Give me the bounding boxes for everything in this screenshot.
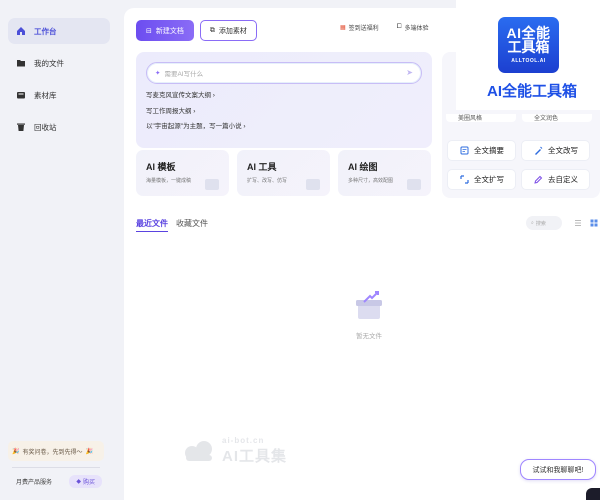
edit-icon [534, 175, 543, 184]
home-icon [16, 26, 26, 36]
chat-label: 试试和我聊聊吧! [532, 466, 584, 474]
ai-write-placeholder: 需要AI写什么 [164, 71, 204, 78]
sidebar-item-workbench[interactable]: 工作台 [8, 18, 110, 44]
logo-line3: ALLTOOL.AI [511, 57, 546, 64]
grid-view-icon[interactable] [590, 219, 598, 227]
tool-label: 全文扩写 [474, 175, 504, 184]
sidebar: 工作台 我的文件 素材库 回收站 [0, 0, 118, 500]
sidebar-item-library[interactable]: 素材库 [8, 82, 110, 108]
folder-icon [16, 58, 26, 68]
file-search-input[interactable]: ⌕ 搜索 [526, 216, 562, 230]
empty-text: 暂无文件 [356, 333, 382, 340]
sidebar-item-trash[interactable]: 回收站 [8, 114, 110, 140]
expand-icon [460, 175, 469, 184]
add-material-label: 添加素材 [218, 27, 247, 35]
tab-recent-files[interactable]: 最近文件 [136, 218, 168, 232]
document-icon: ⊟ [146, 27, 152, 35]
custom-tool-button[interactable]: 去自定义 [522, 170, 589, 189]
party-icon: 🎉 [85, 448, 93, 455]
brand-overlay: AI全能 工具箱 ALLTOOL.AI AI全能工具箱 [456, 0, 600, 110]
top-links: ▦ 签到送福利 ⧠ 多端体验 [340, 23, 429, 32]
tool-label: 去自定义 [548, 175, 578, 184]
brand-logo: AI全能 工具箱 ALLTOOL.AI [498, 17, 559, 73]
ai-write-card: ✦ 需要AI写什么 ➤ 写麦克风宣传文案大纲 › 写工作周报大纲 › 以"宇宙起… [136, 52, 432, 148]
calendar-icon: ▦ [340, 25, 346, 31]
summary-tool-button[interactable]: 全文摘要 [448, 141, 515, 160]
sidebar-item-label: 回收站 [34, 122, 57, 132]
sidebar-item-my-files[interactable]: 我的文件 [8, 50, 110, 76]
checkin-label: 签到送福利 [348, 26, 379, 32]
card-title: AI 工具 [247, 162, 277, 172]
buy-label: 购买 [82, 480, 95, 486]
ai-template-card[interactable]: AI 模板 海量模板，一键成稿 [136, 150, 229, 196]
suggestion-item[interactable]: 写工作周报大纲 › [146, 108, 422, 116]
tool-partial-left[interactable]: 美圈风格 [446, 114, 516, 122]
card-title: AI 模板 [146, 162, 176, 172]
tab-favorite-files[interactable]: 收藏文件 [176, 218, 208, 232]
tool-label: 全文改写 [548, 146, 578, 155]
buy-button[interactable]: ◆ 购买 [69, 475, 102, 488]
summary-icon [460, 146, 469, 155]
watermark-logo-icon [185, 441, 212, 461]
watermark: ai-bot.cn AI工具集 [182, 436, 287, 466]
ai-drawing-card[interactable]: AI 绘图 多种尺寸，高效配图 [338, 150, 431, 196]
list-view-icon[interactable] [574, 219, 582, 227]
sidebar-item-label: 工作台 [34, 26, 57, 36]
search-icon: ⌕ [531, 220, 534, 226]
sidebar-item-label: 我的文件 [34, 58, 64, 68]
devices-icon: ⧠ [396, 24, 402, 30]
chat-bubble[interactable]: 试试和我聊聊吧! [520, 459, 596, 480]
template-icon [205, 179, 219, 190]
file-tabs: 最近文件 收藏文件 [136, 218, 208, 232]
plan-label: 月费产品服务 [16, 480, 53, 486]
tool-label: 全文摘要 [474, 146, 504, 155]
drawing-icon [407, 179, 421, 190]
party-icon: 🎉 [12, 448, 20, 455]
sparkle-icon: ✦ [155, 70, 161, 77]
expand-tool-button[interactable]: 全文扩写 [448, 170, 515, 189]
suggestion-item[interactable]: 写麦克风宣传文案大纲 › [146, 92, 422, 100]
multi-device-label: 多端体验 [404, 26, 429, 32]
logo-line1: AI全能 [506, 25, 551, 42]
checkin-link[interactable]: ▦ 签到送福利 [340, 23, 379, 32]
sidebar-item-label: 素材库 [34, 90, 57, 100]
image-add-icon: ⧉ [209, 26, 215, 34]
assistant-avatar[interactable] [586, 488, 600, 500]
diamond-icon: ◆ [76, 479, 81, 485]
new-document-label: 新建文档 [155, 27, 184, 35]
tools-icon [306, 179, 320, 190]
tool-partial-right[interactable]: 全文润色 [522, 114, 592, 122]
suggestion-item[interactable]: 以"宇宙起源"为主题，写一篇小说 › [146, 123, 422, 131]
send-icon[interactable]: ➤ [406, 68, 413, 77]
promo-banner[interactable]: 🎉 有奖问卷，先到先得～ 🎉 [8, 441, 104, 461]
plan-row: 月费产品服务 ◆ 购买 [16, 475, 102, 488]
rewrite-icon [534, 146, 543, 155]
card-title: AI 绘图 [348, 162, 378, 172]
trash-icon [16, 122, 26, 132]
brand-caption: AI全能工具箱 [487, 83, 578, 100]
empty-state: 暂无文件 [334, 290, 404, 340]
new-document-button[interactable]: ⊟ 新建文档 [136, 20, 194, 41]
add-material-button[interactable]: ⧉ 添加素材 [199, 20, 257, 41]
library-icon [16, 90, 26, 100]
multi-device-link[interactable]: ⧠ 多端体验 [397, 23, 429, 32]
ai-tools-card[interactable]: AI 工具 扩写、改写、仿写 [237, 150, 330, 196]
watermark-name: AI工具集 [222, 448, 288, 465]
empty-box-icon [356, 291, 382, 319]
promo-text: 有奖问卷，先到先得～ [22, 449, 83, 456]
watermark-domain: ai-bot.cn [222, 436, 265, 445]
divider [12, 467, 100, 468]
logo-line2: 工具箱 [507, 39, 550, 56]
toolbar: ⊟ 新建文档 ⧉ 添加素材 [136, 20, 257, 41]
rewrite-tool-button[interactable]: 全文改写 [522, 141, 589, 160]
file-search-placeholder: 搜索 [535, 220, 546, 227]
ai-write-input[interactable]: ✦ 需要AI写什么 ➤ [146, 62, 422, 84]
